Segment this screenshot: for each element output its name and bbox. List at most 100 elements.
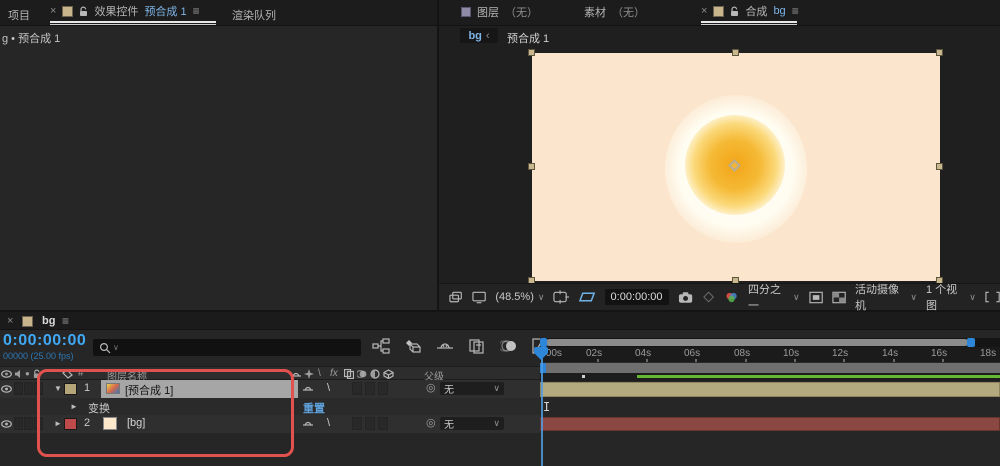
quality-switch[interactable]: \ <box>327 417 330 429</box>
composition-canvas[interactable] <box>528 49 943 284</box>
search-input[interactable]: ∨ <box>93 339 361 356</box>
tab-footage-none: （无） <box>612 7 645 19</box>
snapshot-stack-icon[interactable] <box>449 291 463 304</box>
shy-switch[interactable] <box>303 382 313 394</box>
frame-blend-icon[interactable] <box>466 336 488 356</box>
switch-cell[interactable] <box>365 417 375 430</box>
mask-visibility-icon[interactable] <box>578 290 596 304</box>
switch-cell[interactable] <box>378 382 388 395</box>
3d-layer-column-icon[interactable] <box>383 369 394 379</box>
magnification-dropdown[interactable]: (48.5%) ∨ <box>495 291 544 303</box>
layer1-duration-bar[interactable] <box>540 382 1000 397</box>
reset-link[interactable]: 重置 <box>303 400 325 416</box>
panel-menu-icon[interactable]: ≡ <box>792 4 799 18</box>
selection-handle[interactable] <box>936 163 943 170</box>
tab-render-queue[interactable]: 渲染队列 <box>232 7 276 23</box>
adjustment-layer-column-icon[interactable] <box>370 369 380 379</box>
current-time-display[interactable]: 0:00:00:00 <box>3 332 86 350</box>
audio-speaker-icon[interactable] <box>14 369 23 379</box>
nav-back-icon: ‹ <box>485 29 490 42</box>
viewer-toolbar: (48.5%) ∨ 0:00:00:00 四分之一 ∨ 活动摄像机 ∨ 1 个视… <box>439 281 1000 313</box>
grid-guides-icon[interactable] <box>553 290 570 304</box>
show-snapshot-icon[interactable] <box>702 291 715 303</box>
collapse-transforms-icon[interactable] <box>304 369 314 379</box>
video-eye-icon[interactable] <box>1 370 12 378</box>
transparency-grid-icon[interactable] <box>832 291 846 304</box>
fx-column-icon[interactable]: fx <box>330 368 338 379</box>
hide-shy-icon[interactable] <box>434 336 456 356</box>
resolution-value: 四分之一 <box>748 284 782 312</box>
quality-switch[interactable]: \ <box>327 382 330 394</box>
ram-preview-indicator <box>637 375 1000 378</box>
layer2-duration-bar[interactable] <box>540 417 1000 431</box>
solo-toggle-cell[interactable] <box>24 417 33 430</box>
ruler-label: 06s <box>684 348 701 359</box>
timeline-tab-label[interactable]: bg <box>42 315 55 327</box>
navigator-bar[interactable] <box>546 339 968 346</box>
views-value: 1 个视图 <box>925 284 958 312</box>
solo-icon[interactable]: ● <box>25 369 30 378</box>
parent-dropdown[interactable]: 无 ∨ <box>440 382 504 396</box>
navigator-right-handle[interactable] <box>967 338 975 347</box>
tab-layer-label: 图层 <box>477 7 499 19</box>
lock-icon[interactable] <box>79 6 88 17</box>
navigator-left-handle[interactable] <box>540 338 547 347</box>
active-tab-underline2 <box>50 24 216 25</box>
close-icon[interactable]: × <box>50 5 56 17</box>
parent-pickwhip-icon[interactable]: ◎ <box>426 381 436 394</box>
work-area-bar[interactable] <box>540 362 1000 374</box>
frame-blend-column-icon[interactable] <box>344 369 354 379</box>
tab-footage[interactable]: 素材 （无） <box>584 0 645 24</box>
monitor-icon[interactable] <box>472 291 486 304</box>
motion-blur-column-icon[interactable] <box>357 369 367 379</box>
channels-icon[interactable] <box>724 291 739 304</box>
audio-toggle-cell[interactable] <box>14 417 23 430</box>
video-eye-icon[interactable] <box>1 385 12 393</box>
region-of-interest-icon[interactable] <box>809 291 823 304</box>
mini-flowchart-icon[interactable] <box>370 336 392 356</box>
tab-composition[interactable]: × 合成 bg ≡ <box>701 0 799 22</box>
effect-controls-panel: 项目 × 效果控件 预合成 1 ≡ 渲染队列 g • 预合成 1 <box>0 0 437 310</box>
close-icon[interactable]: × <box>7 315 13 327</box>
resolution-dropdown[interactable]: 四分之一 ∨ <box>748 281 800 313</box>
selection-handle[interactable] <box>732 49 739 56</box>
selection-handle[interactable] <box>528 49 535 56</box>
time-ruler[interactable]: :00s 02s 04s 06s 08s 10s 12s 14s 16s 18s <box>540 347 1000 362</box>
composition-panel: 图层 （无） 素材 （无） × 合成 bg ≡ bg ‹ 预合成 1 (48.5… <box>439 0 1000 313</box>
comp-navigator-current[interactable]: bg ‹ <box>460 28 498 43</box>
selection-handle[interactable] <box>528 163 535 170</box>
tab-composition-compname: bg <box>773 5 786 17</box>
switch-cell[interactable] <box>352 382 362 395</box>
tab-layer[interactable]: 图层 （无） <box>461 0 538 24</box>
chevron-down-icon: ∨ <box>493 383 500 393</box>
close-icon[interactable]: × <box>701 5 707 17</box>
audio-toggle-cell[interactable] <box>14 382 23 395</box>
tab-project[interactable]: 项目 <box>8 7 30 23</box>
viewer-time-display[interactable]: 0:00:00:00 <box>604 289 669 305</box>
search-icon <box>99 342 111 353</box>
panel-menu-icon[interactable]: ≡ <box>62 314 69 328</box>
switch-cell[interactable] <box>378 417 388 430</box>
selection-handle[interactable] <box>936 49 943 56</box>
chevron-down-icon: ∨ <box>493 418 500 428</box>
parent-pickwhip-icon[interactable]: ◎ <box>426 416 436 429</box>
motion-blur-icon[interactable] <box>498 336 520 356</box>
switch-cell[interactable] <box>365 382 375 395</box>
tab-effect-controls[interactable]: × 效果控件 预合成 1 ≡ <box>50 0 200 22</box>
lock-icon[interactable] <box>730 6 739 17</box>
video-eye-icon[interactable] <box>1 420 12 428</box>
solo-toggle-cell[interactable] <box>24 382 33 395</box>
draft-3d-icon[interactable] <box>402 336 424 356</box>
shy-switch[interactable] <box>303 417 313 429</box>
ruler-label: 08s <box>734 348 751 359</box>
switch-cell[interactable] <box>352 417 362 430</box>
timeline-navigator[interactable] <box>540 338 1000 347</box>
panel-menu-icon[interactable]: ≡ <box>193 4 200 18</box>
views-dropdown[interactable]: 1 个视图 ∨ <box>926 281 976 313</box>
parent-dropdown[interactable]: 无 ∨ <box>440 417 504 431</box>
camera-snapshot-icon[interactable] <box>678 291 693 304</box>
chevron-down-icon: ∨ <box>537 291 545 302</box>
pixel-aspect-icon[interactable] <box>985 291 1000 303</box>
quality-column-icon[interactable]: \ <box>318 368 321 379</box>
camera-dropdown[interactable]: 活动摄像机 ∨ <box>855 281 917 313</box>
